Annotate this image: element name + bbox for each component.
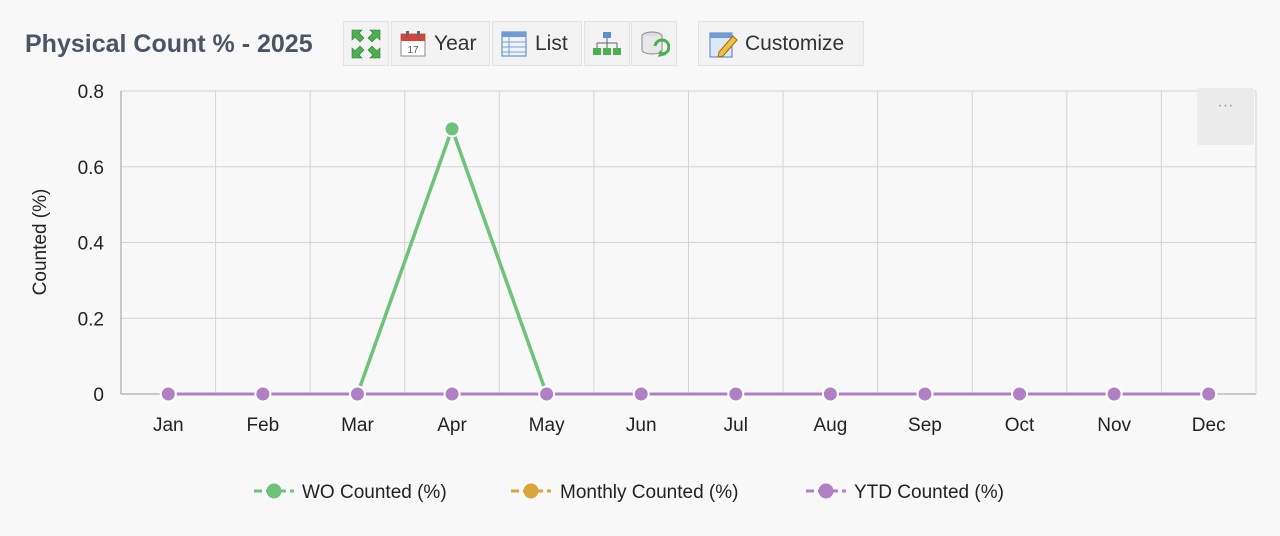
data-point xyxy=(159,385,177,403)
x-tick-label: Dec xyxy=(1192,415,1226,436)
customize-label: Customize xyxy=(745,31,845,55)
chart-menu-button[interactable]: ··· xyxy=(1197,88,1254,145)
database-refresh-icon xyxy=(638,28,670,60)
series-line xyxy=(355,123,549,395)
data-point xyxy=(1200,385,1218,403)
data-point xyxy=(916,385,934,403)
customize-button[interactable]: Customize xyxy=(698,21,864,66)
data-point xyxy=(632,385,650,403)
calendar-icon: 17 xyxy=(398,29,428,59)
legend-marker xyxy=(818,483,834,499)
x-tick-label: Feb xyxy=(247,415,280,436)
x-tick-label: Apr xyxy=(437,415,467,436)
x-tick-label: Nov xyxy=(1097,415,1131,436)
x-tick-label: Aug xyxy=(813,415,847,436)
line-chart: 0 0.2 0.4 0.6 0.8 Counted (%) Jan Feb Mar Apr May… xyxy=(30,82,1257,503)
y-tick-label: 0.2 xyxy=(78,309,104,330)
data-point xyxy=(443,120,461,138)
legend-marker xyxy=(266,483,282,499)
data-point xyxy=(1105,385,1123,403)
expand-arrows-icon xyxy=(349,27,383,61)
data-point xyxy=(727,385,745,403)
y-axis-title: Counted (%) xyxy=(30,189,51,296)
hierarchy-icon xyxy=(591,29,623,59)
data-point xyxy=(254,385,272,403)
list-button[interactable]: List xyxy=(492,21,582,66)
chart-header: Physical Count % - 2025 17 Year List Cus… xyxy=(0,0,1280,70)
legend-label: WO Counted (%) xyxy=(302,482,447,503)
y-axis: 0 0.2 0.4 0.6 0.8 Counted (%) xyxy=(30,82,104,406)
x-tick-label: Oct xyxy=(1005,415,1035,436)
x-tick-label: Mar xyxy=(341,415,374,436)
hierarchy-button[interactable] xyxy=(584,21,630,66)
legend-marker xyxy=(523,483,539,499)
list-label: List xyxy=(535,31,568,55)
expand-button[interactable] xyxy=(343,21,389,66)
edit-pencil-icon xyxy=(707,28,739,60)
page-title: Physical Count % - 2025 xyxy=(25,30,313,58)
x-tick-label: Sep xyxy=(908,415,942,436)
x-tick-label: May xyxy=(529,415,565,436)
x-tick-label: Jul xyxy=(724,415,748,436)
legend-label: YTD Counted (%) xyxy=(854,482,1004,503)
year-button[interactable]: 17 Year xyxy=(391,21,490,66)
data-point xyxy=(348,385,366,403)
y-tick-label: 0 xyxy=(93,385,104,406)
y-tick-label: 0.6 xyxy=(78,158,104,179)
refresh-button[interactable] xyxy=(631,21,677,66)
y-tick-label: 0.8 xyxy=(78,82,104,103)
data-point xyxy=(538,385,556,403)
list-table-icon xyxy=(499,29,529,59)
data-point xyxy=(821,385,839,403)
svg-text:17: 17 xyxy=(407,45,419,56)
x-tick-label: Jan xyxy=(153,415,184,436)
data-point xyxy=(1011,385,1029,403)
data-point xyxy=(443,385,461,403)
chart-legend: WO Counted (%) Monthly Counted (%) YTD Cou… xyxy=(254,482,1004,503)
more-dots-icon: ··· xyxy=(1217,97,1234,114)
chart-grid xyxy=(120,90,1257,395)
x-axis: Jan Feb Mar Apr May Jun Jul Aug Sep Oct Nov Dec xyxy=(153,415,1226,436)
year-label: Year xyxy=(434,31,477,55)
legend-label: Monthly Counted (%) xyxy=(560,482,738,503)
chart-area: 0 0.2 0.4 0.6 0.8 Counted (%) Jan Feb Mar Apr May… xyxy=(0,70,1280,531)
x-tick-label: Jun xyxy=(626,415,657,436)
y-tick-label: 0.4 xyxy=(78,234,105,255)
